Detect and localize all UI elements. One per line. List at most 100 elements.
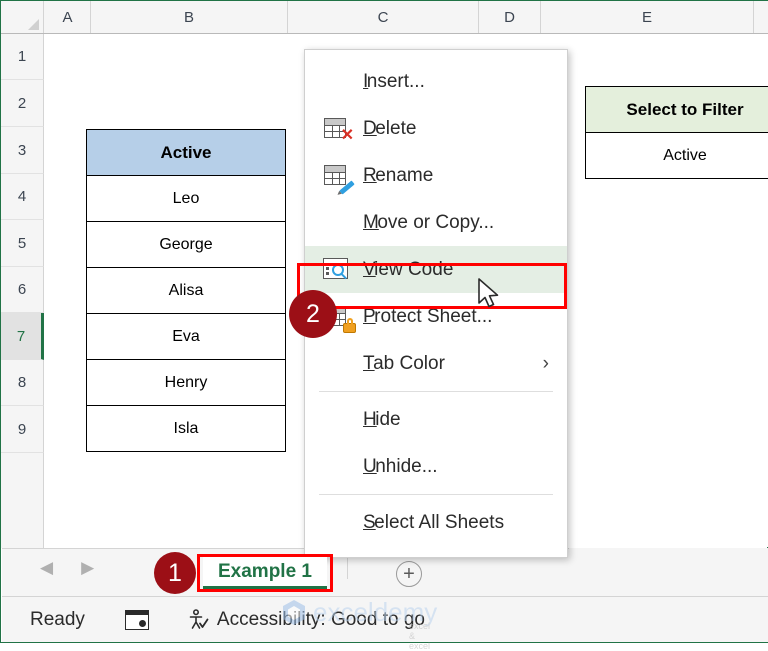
left-table-cell[interactable]: Leo bbox=[87, 176, 286, 222]
table-row: George bbox=[87, 222, 286, 268]
row-header-1-label: 1 bbox=[18, 48, 26, 65]
menu-item-rename[interactable]: Rename bbox=[305, 152, 567, 199]
table-row: Active bbox=[586, 133, 768, 179]
row-header-6[interactable]: 6 bbox=[1, 267, 44, 313]
menu-item-move-or-copy[interactable]: Move or Copy... bbox=[305, 199, 567, 246]
menu-item-delete[interactable]: ✕ Delete bbox=[305, 105, 567, 152]
left-table-cell[interactable]: Henry bbox=[87, 360, 286, 406]
row-header-2-label: 2 bbox=[18, 95, 26, 112]
tab-navigation-arrows[interactable]: ◀ ▶ bbox=[40, 559, 94, 576]
left-table-cell[interactable]: Isla bbox=[87, 406, 286, 452]
active-names-table: Active Leo George Alisa Eva Henry Isla bbox=[86, 129, 286, 452]
table-row: Isla bbox=[87, 406, 286, 452]
left-table-cell[interactable]: Alisa bbox=[87, 268, 286, 314]
right-table-header-cell[interactable]: Select to Filter bbox=[586, 87, 768, 133]
menu-item-tab-color-label: Tab Color bbox=[363, 353, 445, 375]
row-header-3[interactable]: 3 bbox=[1, 127, 44, 174]
column-header-e[interactable]: E bbox=[541, 1, 754, 33]
column-header-a-label: A bbox=[62, 9, 72, 26]
delete-sheet-icon: ✕ bbox=[321, 114, 355, 144]
row-header-7-label: 7 bbox=[17, 328, 25, 345]
accessibility-status-label[interactable]: Accessibility: Good to go bbox=[217, 609, 425, 631]
next-sheet-arrow-icon[interactable]: ▶ bbox=[81, 559, 94, 576]
menu-item-select-all-sheets[interactable]: Select All Sheets bbox=[305, 499, 567, 546]
column-header-c-label: C bbox=[378, 9, 389, 26]
column-header-d[interactable]: D bbox=[479, 1, 541, 33]
column-header-b[interactable]: B bbox=[91, 1, 288, 33]
move-or-copy-icon-placeholder bbox=[321, 208, 355, 238]
column-header-c[interactable]: C bbox=[288, 1, 479, 33]
table-row-header: Select to Filter bbox=[586, 87, 768, 133]
select-all-triangle-icon bbox=[28, 19, 39, 30]
row-header-5[interactable]: 5 bbox=[1, 220, 44, 267]
row-header-7[interactable]: 7 bbox=[1, 313, 44, 360]
sheet-tab-context-menu[interactable]: Insert... ✕ Delete Rename Move or Copy..… bbox=[304, 49, 568, 558]
table-row: Alisa bbox=[87, 268, 286, 314]
menu-item-protect-sheet[interactable]: Protect Sheet... bbox=[305, 293, 567, 340]
step-badge-2: 2 bbox=[289, 290, 337, 338]
select-all-corner[interactable] bbox=[1, 1, 44, 33]
menu-item-unhide-label: Unhide... bbox=[363, 456, 438, 478]
menu-item-delete-label: Delete bbox=[363, 118, 416, 140]
menu-item-select-all-sheets-label: Select All Sheets bbox=[363, 512, 504, 534]
menu-item-move-or-copy-label: Move or Copy... bbox=[363, 212, 494, 234]
column-header-b-label: B bbox=[184, 9, 194, 26]
sheet-tab-example-1[interactable]: Example 1 bbox=[203, 557, 327, 589]
menu-item-hide-label: Hide bbox=[363, 409, 401, 431]
menu-item-view-code[interactable]: View Code bbox=[305, 246, 567, 293]
row-header-6-label: 6 bbox=[18, 281, 26, 298]
row-header-4-label: 4 bbox=[18, 188, 26, 205]
row-header-9[interactable]: 9 bbox=[1, 406, 44, 453]
status-bar: Ready Accessibility: Good to go bbox=[2, 596, 768, 642]
menu-item-view-code-label: View Code bbox=[363, 259, 453, 281]
column-header-f[interactable] bbox=[754, 1, 768, 33]
menu-item-insert-label: Insert... bbox=[363, 71, 425, 93]
column-header-e-label: E bbox=[642, 9, 652, 26]
chevron-right-icon: › bbox=[543, 353, 549, 375]
row-header-1[interactable]: 1 bbox=[1, 34, 44, 80]
column-header-d-label: D bbox=[504, 9, 515, 26]
menu-item-rename-label: Rename bbox=[363, 165, 433, 187]
table-row: Leo bbox=[87, 176, 286, 222]
status-mode-label: Ready bbox=[30, 609, 85, 631]
insert-icon-placeholder bbox=[321, 67, 355, 97]
row-header-9-label: 9 bbox=[18, 421, 26, 438]
left-table-cell[interactable]: George bbox=[87, 222, 286, 268]
table-row: Eva bbox=[87, 314, 286, 360]
table-row: Henry bbox=[87, 360, 286, 406]
menu-item-tab-color[interactable]: Tab Color › bbox=[305, 340, 567, 387]
menu-item-protect-sheet-label: Protect Sheet... bbox=[363, 306, 492, 328]
menu-separator bbox=[319, 494, 553, 495]
rename-sheet-icon bbox=[321, 161, 355, 191]
left-table-cell[interactable]: Eva bbox=[87, 314, 286, 360]
row-header-filler bbox=[1, 453, 44, 548]
table-row-header: Active bbox=[87, 130, 286, 176]
previous-sheet-arrow-icon[interactable]: ◀ bbox=[40, 559, 53, 576]
select-to-filter-table: Select to Filter Active bbox=[585, 86, 768, 179]
menu-item-hide[interactable]: Hide bbox=[305, 396, 567, 443]
row-header-8[interactable]: 8 bbox=[1, 360, 44, 406]
row-header-5-label: 5 bbox=[18, 235, 26, 252]
row-header-2[interactable]: 2 bbox=[1, 80, 44, 127]
step-badge-1: 1 bbox=[154, 552, 196, 594]
menu-item-insert[interactable]: Insert... bbox=[305, 58, 567, 105]
select-all-sheets-icon-placeholder bbox=[321, 508, 355, 538]
tab-bar-filler bbox=[569, 548, 768, 596]
column-header-a[interactable]: A bbox=[45, 1, 91, 33]
row-header-8-label: 8 bbox=[18, 374, 26, 391]
menu-item-unhide[interactable]: Unhide... bbox=[305, 443, 567, 490]
menu-separator bbox=[319, 391, 553, 392]
row-header-4[interactable]: 4 bbox=[1, 174, 44, 220]
column-header-bar: A B C D E bbox=[1, 1, 768, 34]
excel-window: A B C D E 1 2 3 4 5 6 7 8 9 Active Leo G… bbox=[0, 0, 768, 643]
right-table-cell[interactable]: Active bbox=[586, 133, 768, 179]
row-header-3-label: 3 bbox=[18, 142, 26, 159]
view-code-icon bbox=[321, 255, 355, 285]
macro-record-icon[interactable] bbox=[125, 610, 149, 630]
add-sheet-button[interactable]: + bbox=[396, 561, 422, 587]
unhide-icon-placeholder bbox=[321, 452, 355, 482]
left-table-header-cell[interactable]: Active bbox=[87, 130, 286, 176]
tab-color-icon-placeholder bbox=[321, 349, 355, 379]
accessibility-icon bbox=[187, 609, 209, 631]
hide-icon-placeholder bbox=[321, 405, 355, 435]
